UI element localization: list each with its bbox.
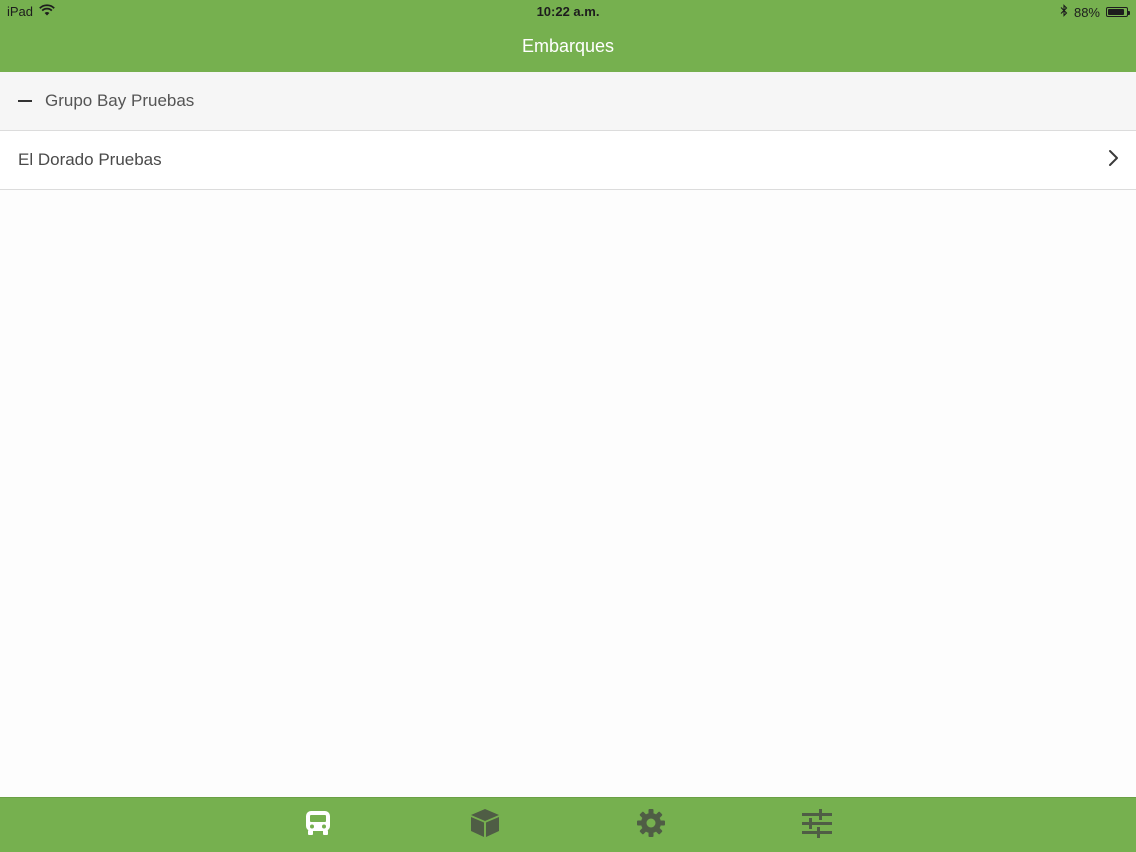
sliders-icon	[801, 807, 833, 844]
battery-level	[1108, 9, 1124, 15]
header: iPad 10:22 a.m. 88% Embarques	[0, 0, 1136, 72]
embarques-list: Grupo Bay Pruebas El Dorado Pruebas	[0, 72, 1136, 190]
tab-packages[interactable]	[455, 798, 515, 852]
minus-icon	[18, 100, 32, 102]
status-bar: iPad 10:22 a.m. 88%	[0, 0, 1136, 24]
list-item-label: El Dorado Pruebas	[18, 150, 162, 169]
gear-icon	[635, 807, 667, 844]
tab-filters[interactable]	[787, 798, 847, 852]
tab-settings[interactable]	[621, 798, 681, 852]
battery-icon	[1106, 7, 1130, 17]
status-time: 10:22 a.m.	[536, 4, 600, 19]
battery-percent: 88%	[1073, 4, 1100, 20]
page-title: Embarques	[521, 36, 615, 56]
chevron-right-icon	[1106, 149, 1120, 172]
tab-bar	[0, 797, 1136, 852]
group-title: Grupo Bay Pruebas	[45, 91, 195, 110]
box-icon	[469, 807, 501, 844]
app-screen: iPad 10:22 a.m. 88% Embarques Grupo Bay …	[0, 0, 1136, 852]
tab-embarques[interactable]	[288, 798, 348, 852]
bus-icon	[302, 807, 334, 844]
status-right: 88%	[1060, 4, 1130, 20]
bluetooth-icon	[1060, 4, 1068, 20]
list-item[interactable]: El Dorado Pruebas	[0, 131, 1136, 190]
group-header-toggle[interactable]: Grupo Bay Pruebas	[0, 72, 1136, 131]
